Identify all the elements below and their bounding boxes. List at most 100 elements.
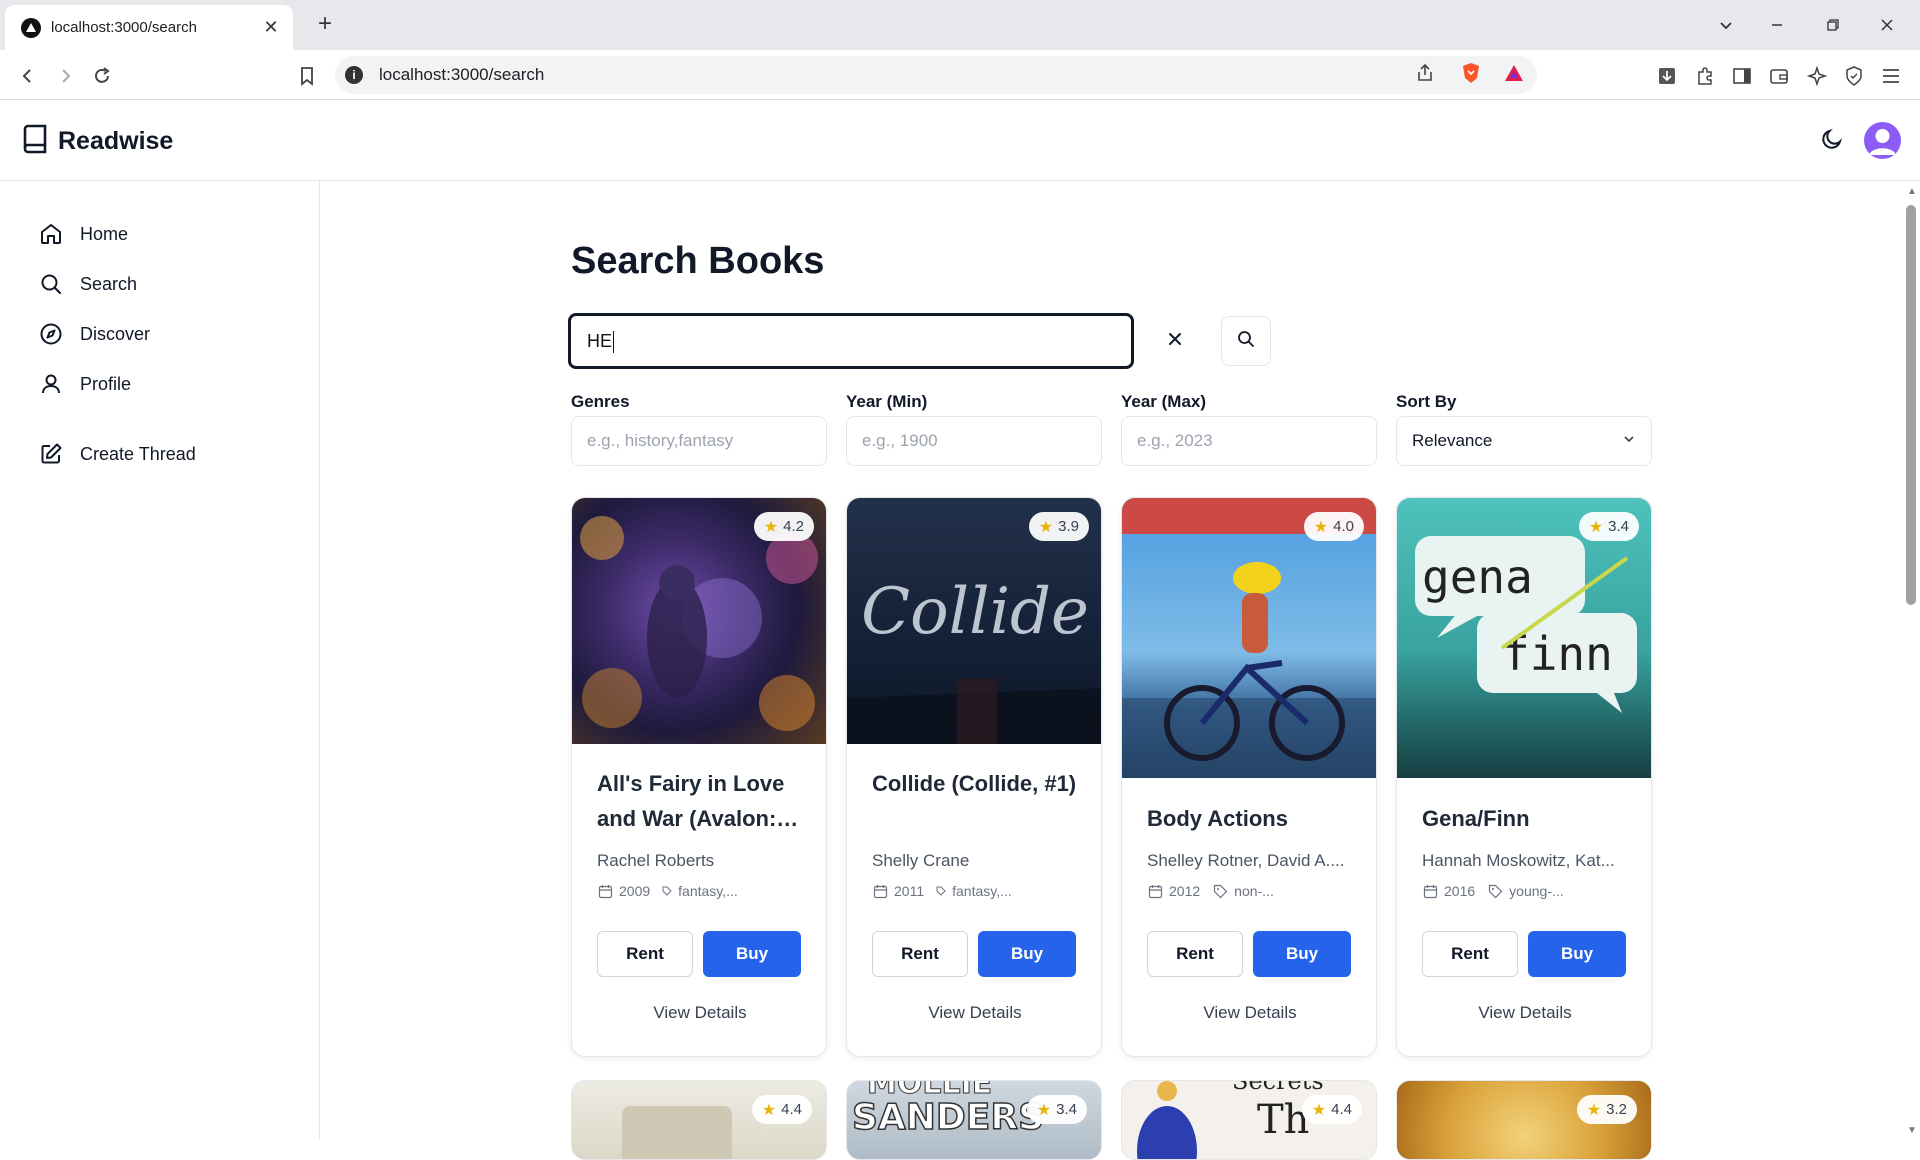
- view-details-link[interactable]: View Details: [572, 1003, 826, 1023]
- view-details-link[interactable]: View Details: [1397, 1003, 1651, 1023]
- buy-button[interactable]: Buy: [978, 931, 1076, 977]
- leo-ai-icon[interactable]: [1804, 63, 1830, 89]
- svg-text:Secrets: Secrets: [1232, 1081, 1324, 1095]
- close-icon: [1167, 331, 1183, 352]
- svg-text:Collide: Collide: [861, 575, 1089, 649]
- star-icon: ★: [1038, 518, 1054, 536]
- tag-icon: [662, 883, 672, 899]
- year-min-field[interactable]: e.g., 1900: [846, 416, 1102, 466]
- buy-button[interactable]: Buy: [1253, 931, 1351, 977]
- back-icon[interactable]: [15, 63, 41, 89]
- scroll-thumb[interactable]: [1906, 205, 1916, 605]
- book-card[interactable]: Secrets Th ★ 4.4: [1121, 1080, 1377, 1160]
- edit-icon: [38, 441, 64, 467]
- rating-value: 3.4: [1056, 1101, 1077, 1118]
- search-input[interactable]: HE: [568, 313, 1134, 369]
- search-button[interactable]: [1221, 316, 1271, 366]
- sidebar-item-label: Profile: [80, 373, 132, 394]
- home-icon: [38, 221, 64, 247]
- rent-button[interactable]: Rent: [872, 931, 968, 977]
- rating-value: 3.2: [1606, 1101, 1627, 1118]
- sidebar-item-profile[interactable]: Profile: [38, 367, 131, 401]
- book-cover-image[interactable]: Collide ★ 3.9: [847, 498, 1101, 744]
- book-title[interactable]: All's Fairy in Love and War (Avalon: Web…: [597, 766, 807, 836]
- star-icon: ★: [1036, 1101, 1052, 1119]
- tag-icon: [1212, 883, 1228, 899]
- brave-rewards-icon[interactable]: [1503, 63, 1525, 88]
- share-icon[interactable]: [1415, 63, 1435, 88]
- avatar[interactable]: [1864, 122, 1901, 159]
- view-details-link[interactable]: View Details: [1122, 1003, 1376, 1023]
- sidebar-item-home[interactable]: Home: [38, 217, 128, 251]
- sidebar-item-search[interactable]: Search: [38, 267, 137, 301]
- book-cover-image[interactable]: gena finn ★ 3.4: [1397, 498, 1651, 778]
- forward-icon[interactable]: [52, 63, 78, 89]
- download-icon[interactable]: [1654, 63, 1680, 89]
- clear-search-button[interactable]: [1157, 326, 1193, 356]
- book-card[interactable]: ★ 4.2 All's Fairy in Love and War (Avalon…: [571, 497, 827, 1057]
- book-title[interactable]: Body Actions: [1147, 801, 1357, 836]
- rating-value: 4.4: [781, 1101, 802, 1118]
- sidebar-toggle-icon[interactable]: [1729, 63, 1755, 89]
- book-title[interactable]: Gena/Finn: [1422, 801, 1632, 836]
- rating-value: 4.2: [783, 518, 804, 535]
- book-card[interactable]: ★ 4.4: [571, 1080, 827, 1160]
- bookmark-icon[interactable]: [294, 63, 320, 89]
- book-meta: 2011 fantasy,...: [872, 883, 1087, 899]
- sidebar-item-discover[interactable]: Discover: [38, 317, 150, 351]
- wallet-icon[interactable]: [1766, 63, 1792, 89]
- book-year: 2016: [1444, 883, 1476, 899]
- rating-value: 3.4: [1608, 518, 1629, 535]
- book-card[interactable]: MOLLIE SANDERS ★ 3.4: [846, 1080, 1102, 1160]
- search-query: HE: [587, 331, 613, 351]
- sort-by-value: Relevance: [1412, 431, 1493, 450]
- year-max-field[interactable]: e.g., 2023: [1121, 416, 1377, 466]
- minimize-icon[interactable]: [1764, 12, 1790, 38]
- close-window-icon[interactable]: [1874, 12, 1900, 38]
- book-card[interactable]: Collide ★ 3.9 Collide (Collide, #1) Shell…: [846, 497, 1102, 1057]
- rent-button[interactable]: Rent: [1422, 931, 1518, 977]
- view-details-link[interactable]: View Details: [847, 1003, 1101, 1023]
- calendar-icon: [1422, 883, 1438, 899]
- chevron-down-icon: [1622, 417, 1636, 465]
- moon-icon[interactable]: [1818, 125, 1846, 153]
- scroll-up-icon[interactable]: ▲: [1906, 187, 1918, 197]
- scroll-down-icon[interactable]: ▼: [1906, 1126, 1918, 1136]
- genres-field[interactable]: e.g., history,fantasy: [571, 416, 827, 466]
- restore-icon[interactable]: [1820, 12, 1846, 38]
- rating-value: 4.0: [1333, 518, 1354, 535]
- book-card[interactable]: ★ 3.2: [1396, 1080, 1652, 1160]
- sort-by-select[interactable]: Relevance: [1396, 416, 1652, 466]
- book-card[interactable]: gena finn ★ 3.4 Gena/Finn Hannah Moskowit…: [1396, 497, 1652, 1057]
- rent-button[interactable]: Rent: [597, 931, 693, 977]
- address-bar[interactable]: i localhost:3000/search: [335, 56, 1537, 94]
- tab-close-icon[interactable]: ✕: [261, 17, 281, 38]
- new-tab-icon[interactable]: +: [313, 12, 337, 36]
- brave-shield-icon[interactable]: [1461, 62, 1481, 89]
- buy-button[interactable]: Buy: [1528, 931, 1626, 977]
- extensions-icon[interactable]: [1692, 63, 1718, 89]
- reload-icon[interactable]: [89, 63, 115, 89]
- tag-icon: [936, 883, 946, 899]
- sidebar-item-label: Home: [80, 223, 129, 244]
- rating-badge: ★ 3.9: [1028, 512, 1089, 541]
- vpn-icon[interactable]: [1841, 63, 1867, 89]
- book-card[interactable]: ★ 4.0 Body Actions Shelley Rotner, David …: [1121, 497, 1377, 1057]
- rent-button[interactable]: Rent: [1147, 931, 1243, 977]
- sidebar-item-create-thread[interactable]: Create Thread: [38, 437, 196, 471]
- book-cover-image[interactable]: ★ 4.0: [1122, 498, 1376, 778]
- book-genre: non-...: [1234, 883, 1274, 899]
- browser-tab[interactable]: localhost:3000/search ✕: [5, 5, 293, 50]
- star-icon: ★: [1586, 1101, 1602, 1119]
- book-cover-image[interactable]: ★ 4.2: [572, 498, 826, 744]
- buy-button[interactable]: Buy: [703, 931, 801, 977]
- search-icon: [38, 271, 64, 297]
- svg-text:SANDERS: SANDERS: [852, 1097, 1044, 1138]
- book-meta: 2009 fantasy,...: [597, 883, 812, 899]
- brand[interactable]: Readwise: [22, 124, 173, 159]
- tab-search-chevron-icon[interactable]: [1713, 12, 1739, 38]
- book-title[interactable]: Collide (Collide, #1): [872, 766, 1082, 801]
- menu-icon[interactable]: [1878, 63, 1904, 89]
- svg-text:gena: gena: [1422, 550, 1533, 604]
- site-info-icon[interactable]: i: [345, 66, 363, 84]
